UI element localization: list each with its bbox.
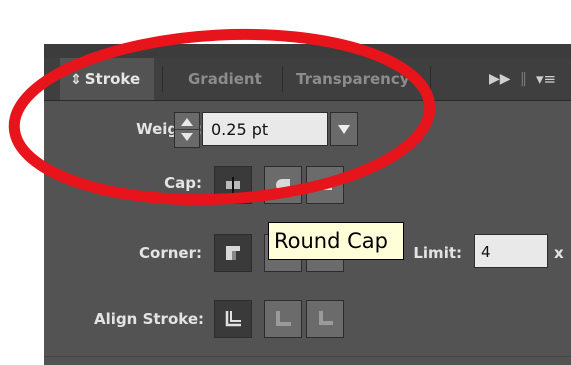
annotation-ellipse <box>8 28 436 206</box>
